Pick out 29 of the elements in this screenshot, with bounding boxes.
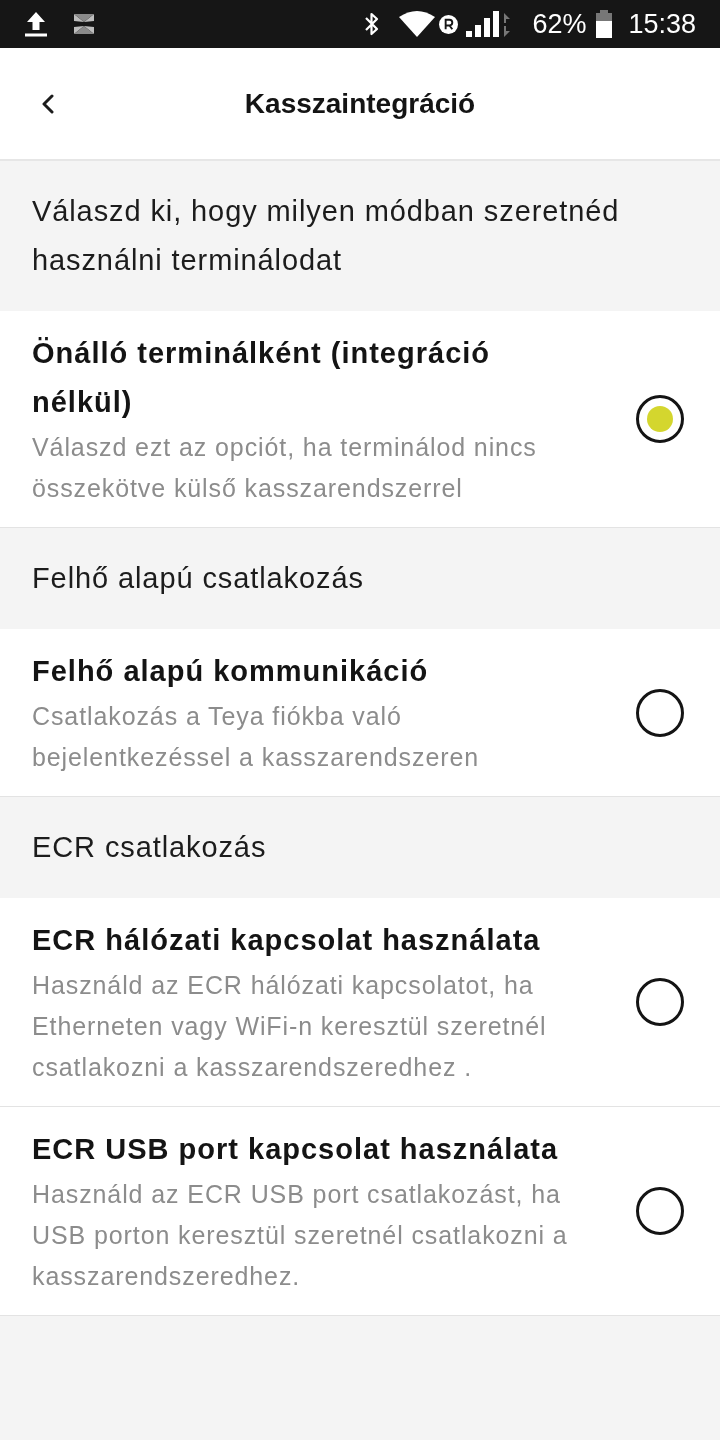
option-title: ECR hálózati kapcsolat használata	[32, 923, 542, 958]
upload-icon	[24, 11, 48, 37]
clock-time: 15:38	[628, 10, 696, 38]
page-title: Kasszaintegráció	[244, 86, 476, 121]
battery-percentage: 62%	[532, 10, 587, 38]
cross-shape-icon	[74, 14, 94, 34]
back-chevron-icon	[42, 93, 54, 114]
radio-button[interactable]	[636, 978, 684, 1026]
radio-button[interactable]	[636, 395, 684, 443]
instruction-text: Válaszd ki, hogy milyen módban szeretnéd használni terminálodat	[32, 194, 621, 278]
bluetooth-icon	[365, 12, 380, 36]
battery-icon	[596, 10, 613, 38]
option-row[interactable]: ECR hálózati kapcsolat használata Használd az ECR hálózati kapcsolatot, ha Etherneten vagy WiFi-n keresztül szeretnél csatlakozni a kasszarendszeredhez .	[0, 898, 720, 1107]
radio-button[interactable]	[636, 1187, 684, 1235]
option-title: Önálló terminálként (integráció nélkül)	[32, 336, 492, 420]
wifi-icon	[399, 11, 436, 37]
radio-button[interactable]	[636, 688, 684, 737]
section-heading: Felhő alapú csatlakozás	[32, 561, 365, 596]
option-description: Használd az ECR hálózati kapcsolatot, ha Etherneten vagy WiFi-n keresztül szeretnél csatlakozni a kasszarendszeredhez .	[32, 970, 548, 1083]
option-description: Használd az ECR USB port csatlakozást, ha USB porton keresztül szeretnél csatlakozni a kasszarendszeredhez.	[32, 1179, 569, 1292]
section-heading: ECR csatlakozás	[32, 830, 268, 865]
option-title: Felhő alapú kommunikáció	[32, 654, 430, 689]
option-description: Válaszd ezt az opciót, ha terminálod nincs összekötve külső kasszarendszerrel	[32, 432, 538, 504]
option-row[interactable]: Felhő alapú kommunikáció Csatlakozás a Teya fiókba való bejelentkezéssel a kasszarendszeren	[0, 629, 720, 797]
option-row[interactable]: Önálló terminálként (integráció nélkül) Válaszd ezt az opciót, ha terminálod nincs összekötve külső kasszarendszerrel	[0, 311, 720, 528]
roaming-icon	[439, 14, 459, 34]
option-title: ECR USB port kapcsolat használata	[32, 1132, 560, 1167]
option-row[interactable]: ECR USB port kapcsolat használata Használd az ECR USB port csatlakozást, ha USB porton keresztül szeretnél csatlakozni a kasszarendszeredhez.	[0, 1107, 720, 1316]
option-description: Csatlakozás a Teya fiókba való bejelentkezéssel a kasszarendszeren	[32, 701, 480, 773]
